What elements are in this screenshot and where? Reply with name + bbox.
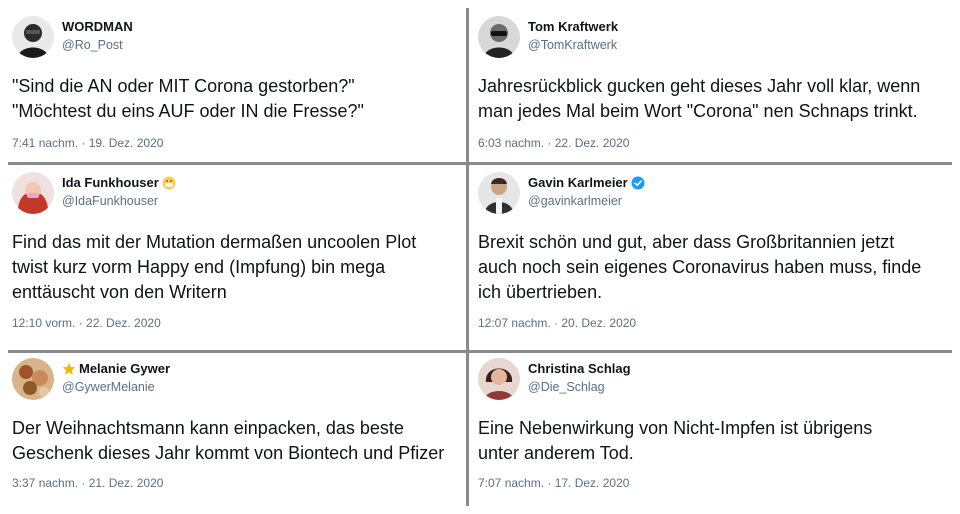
tweet-text: Jahresrückblick gucken geht dieses Jahr … bbox=[478, 76, 921, 121]
display-name[interactable]: Tom Kraftwerk bbox=[528, 19, 618, 34]
row-divider bbox=[8, 350, 952, 353]
display-name[interactable]: Christina Schlag bbox=[528, 361, 631, 376]
tweet-timestamp[interactable]: 12:07 nachm. · 20. Dez. 2020 bbox=[478, 316, 636, 330]
avatar[interactable] bbox=[12, 172, 54, 214]
avatar[interactable] bbox=[478, 172, 520, 214]
tweet-card[interactable]: Ida Funkhouser @IdaFunkhouser Find das m… bbox=[12, 172, 460, 344]
tweet-card[interactable]: Tom Kraftwerk @TomKraftwerk Jahresrückbl… bbox=[478, 16, 952, 156]
avatar[interactable] bbox=[12, 16, 54, 58]
mask-emoji-icon bbox=[162, 176, 176, 190]
verified-icon bbox=[631, 176, 645, 190]
avatar-image bbox=[478, 16, 520, 58]
user-handle[interactable]: @TomKraftwerk bbox=[528, 38, 617, 52]
user-handle[interactable]: @IdaFunkhouser bbox=[62, 194, 158, 208]
user-handle[interactable]: @gavinkarlmeier bbox=[528, 194, 622, 208]
tweet-text: "Sind die AN oder MIT Corona gestorben?"… bbox=[12, 76, 364, 121]
tweet-card[interactable]: Christina Schlag @Die_Schlag Eine Nebenw… bbox=[478, 358, 952, 504]
tweet-card[interactable]: WORDMAN @Ro_Post "Sind die AN oder MIT C… bbox=[12, 16, 460, 156]
avatar-image bbox=[478, 172, 520, 214]
display-name[interactable]: Gavin Karlmeier bbox=[528, 175, 645, 190]
display-name[interactable]: Melanie Gywer bbox=[62, 361, 170, 376]
tweet-timestamp[interactable]: 6:03 nachm. · 22. Dez. 2020 bbox=[478, 136, 629, 150]
tweet-timestamp[interactable]: 3:37 nachm. · 21. Dez. 2020 bbox=[12, 476, 163, 490]
tweet-text: Eine Nebenwirkung von Nicht-Impfen ist ü… bbox=[478, 418, 873, 463]
column-divider bbox=[466, 8, 469, 506]
avatar-image bbox=[12, 16, 54, 58]
tweet-text: Find das mit der Mutation dermaßen uncoo… bbox=[12, 232, 417, 302]
tweet-timestamp[interactable]: 7:41 nachm. · 19. Dez. 2020 bbox=[12, 136, 163, 150]
avatar[interactable] bbox=[12, 358, 54, 400]
tweet-timestamp[interactable]: 12:10 vorm. · 22. Dez. 2020 bbox=[12, 316, 161, 330]
tweet-card[interactable]: Melanie Gywer @GywerMelanie Der Weihnach… bbox=[12, 358, 460, 504]
tweet-timestamp[interactable]: 7:07 nachm. · 17. Dez. 2020 bbox=[478, 476, 629, 490]
star-icon bbox=[62, 362, 76, 376]
tweet-text: Der Weihnachtsmann kann einpacken, das b… bbox=[12, 418, 445, 463]
avatar-image bbox=[12, 358, 54, 400]
avatar-image bbox=[478, 358, 520, 400]
avatar[interactable] bbox=[478, 16, 520, 58]
display-name[interactable]: WORDMAN bbox=[62, 19, 133, 34]
tweet-text: Brexit schön und gut, aber dass Großbrit… bbox=[478, 232, 922, 302]
tweet-card[interactable]: Gavin Karlmeier @gavinkarlmeier Brexit s… bbox=[478, 172, 952, 344]
tweet-collage: WORDMAN @Ro_Post "Sind die AN oder MIT C… bbox=[0, 0, 960, 514]
user-handle[interactable]: @GywerMelanie bbox=[62, 380, 155, 394]
display-name[interactable]: Ida Funkhouser bbox=[62, 175, 176, 190]
avatar-image bbox=[12, 172, 54, 214]
avatar[interactable] bbox=[478, 358, 520, 400]
user-handle[interactable]: @Ro_Post bbox=[62, 38, 123, 52]
row-divider bbox=[8, 162, 952, 165]
user-handle[interactable]: @Die_Schlag bbox=[528, 380, 605, 394]
